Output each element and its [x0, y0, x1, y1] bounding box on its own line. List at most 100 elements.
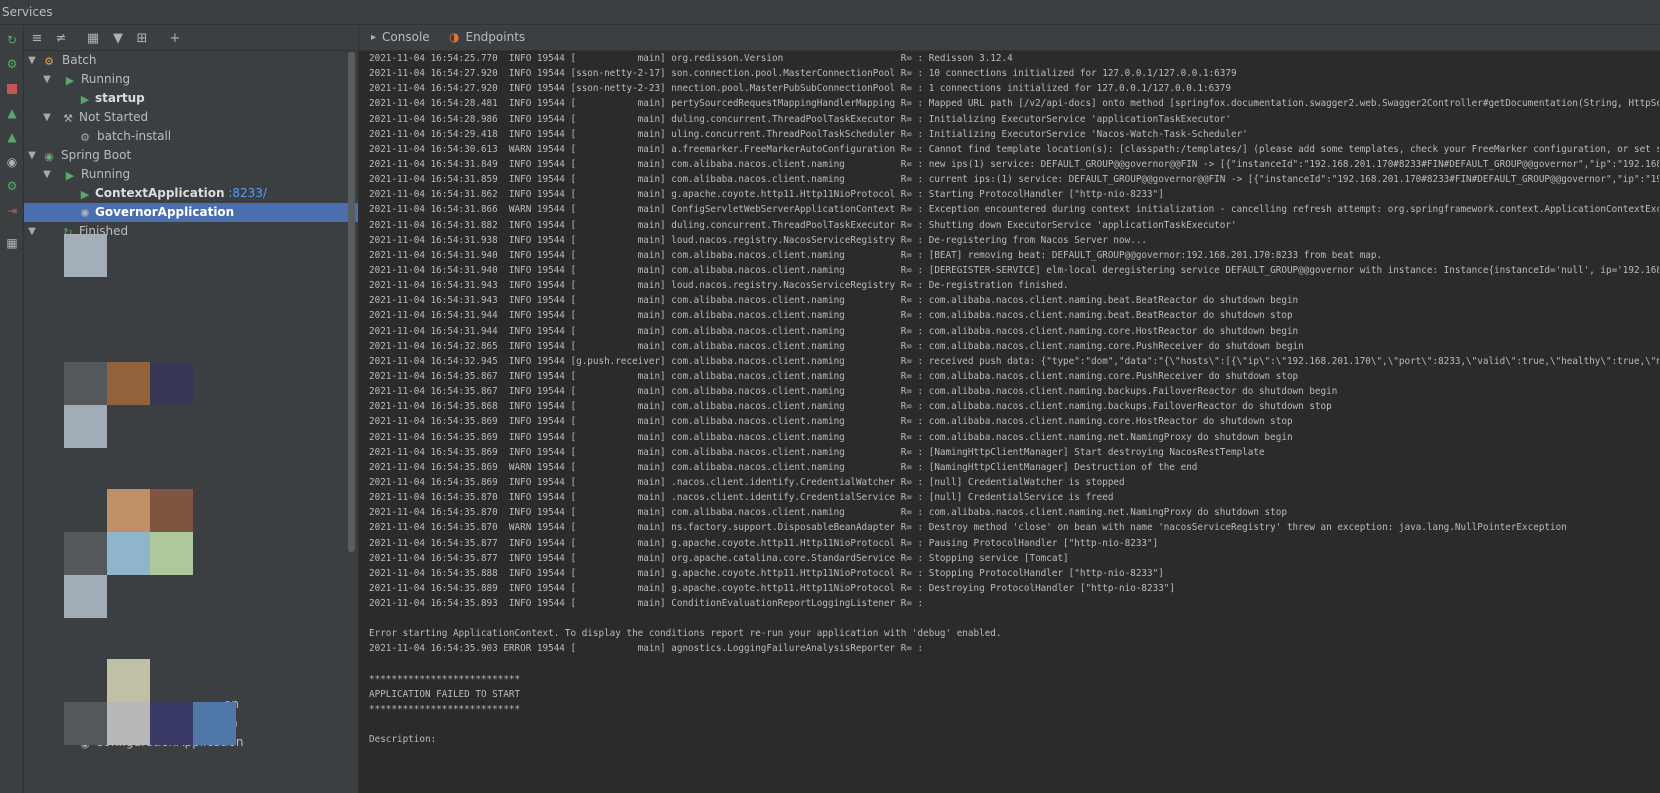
layout-icon[interactable]: ▦ — [4, 235, 20, 251]
console-line: 2021-11-04 16:54:31.849 INFO 19544 [ mai… — [369, 158, 1659, 170]
filter-icon[interactable]: ▼ — [109, 29, 127, 47]
console-line: 2021-11-04 16:54:32.945 INFO 19544 [g.pu… — [369, 355, 1659, 367]
tree-node-batch-install[interactable]: ⚙ batch-install — [24, 127, 358, 146]
tree-label: batch-install — [97, 129, 172, 143]
console-line: 2021-11-04 16:54:30.613 WARN 19544 [ mai… — [369, 143, 1659, 155]
chevron-down-icon[interactable]: ▼ — [41, 108, 53, 127]
bug-icon[interactable]: ⚙ — [4, 178, 20, 194]
console-line: 2021-11-04 16:54:25.770 INFO 19544 [ mai… — [369, 53, 1013, 64]
console-line: 2021-11-04 16:54:31.866 WARN 19544 [ mai… — [369, 204, 1659, 216]
tree-label: Running — [81, 72, 131, 86]
chevron-down-icon[interactable]: ▼ — [41, 165, 53, 184]
tree-node-batch-running[interactable]: ▼ ▶ Running — [24, 70, 358, 89]
console-line: 2021-11-04 16:54:31.938 INFO 19544 [ mai… — [369, 234, 1148, 246]
console-line: 2021-11-04 16:54:28.481 INFO 19544 [ mai… — [369, 98, 1659, 110]
tree-node-not-started[interactable]: ▼ ⚒ Not Started — [24, 108, 358, 127]
collapse-all-icon[interactable]: ≠ — [52, 29, 70, 47]
console-line: 2021-11-04 16:54:31.943 INFO 19544 [ mai… — [369, 280, 1069, 292]
tab-endpoints[interactable]: ◑ Endpoints — [449, 25, 525, 50]
tree-node-batch[interactable]: ▼ ⚙ Batch — [24, 51, 358, 70]
console-line: Description: — [369, 734, 437, 746]
run-icon: ▶ — [65, 73, 75, 87]
redacted-block — [150, 489, 193, 532]
wrench-icon: ⚒ — [63, 111, 73, 125]
title-bar: Services — [0, 0, 1660, 25]
console-line: 2021-11-04 16:54:35.888 INFO 19544 [ mai… — [369, 567, 1164, 579]
console-line: 2021-11-04 16:54:32.865 INFO 19544 [ mai… — [369, 340, 1304, 352]
console-line: 2021-11-04 16:54:28.986 INFO 19544 [ mai… — [369, 113, 1231, 125]
redacted-block — [107, 532, 150, 575]
tree-node-governor-application[interactable]: ✺ GovernorApplication — [24, 203, 358, 222]
batch-icon: ⚙ — [44, 54, 54, 68]
console-tab-bar: ▸ Console ◑ Endpoints — [359, 25, 1660, 51]
tree-node-context-application[interactable]: ▶ ContextApplication :8233/ — [24, 184, 358, 203]
console-line: 2021-11-04 16:54:31.940 INFO 19544 [ mai… — [369, 249, 1383, 261]
add-icon[interactable]: + — [166, 29, 184, 47]
console-line: 2021-11-04 16:54:35.889 INFO 19544 [ mai… — [369, 582, 1175, 594]
console-line: 2021-11-04 16:54:27.920 INFO 19544 [sson… — [369, 68, 1237, 80]
redacted-block — [150, 702, 193, 745]
chevron-down-icon[interactable]: ▼ — [41, 70, 53, 89]
tab-console[interactable]: ▸ Console — [371, 25, 430, 50]
run-icon: ▶ — [80, 187, 90, 201]
expand-all-icon[interactable]: ≡ — [28, 29, 46, 47]
console-line: 2021-11-04 16:54:35.869 INFO 19544 [ mai… — [369, 446, 1265, 458]
camera-icon[interactable]: ◉ — [4, 154, 20, 170]
window-title: Services — [2, 5, 53, 19]
tree-node-spring-boot[interactable]: ▼ ◉ Spring Boot — [24, 146, 358, 165]
chevron-down-icon[interactable]: ▼ — [26, 146, 38, 165]
redacted-block — [107, 702, 150, 745]
deploy-icon-2[interactable]: ▲ — [4, 129, 20, 145]
console-line: 2021-11-04 16:54:31.943 INFO 19544 [ mai… — [369, 295, 1299, 307]
console-line: 2021-11-04 16:54:31.859 INFO 19544 [ mai… — [369, 174, 1659, 186]
port-link[interactable]: :8233/ — [228, 186, 267, 200]
console-line: 2021-11-04 16:54:35.869 INFO 19544 [ mai… — [369, 476, 1125, 488]
tree-node-spring-running[interactable]: ▼ ▶ Running — [24, 165, 358, 184]
run-icon: ▶ — [80, 92, 90, 106]
console-line: 2021-11-04 16:54:35.867 INFO 19544 [ mai… — [369, 370, 1299, 382]
console-line: 2021-11-04 16:54:27.920 INFO 19544 [sson… — [369, 83, 1231, 95]
chevron-down-icon[interactable]: ▼ — [26, 222, 38, 241]
rerun-icon[interactable]: ↻ — [4, 32, 20, 48]
stop-icon[interactable] — [4, 81, 20, 97]
deploy-icon[interactable]: ▲ — [4, 105, 20, 121]
new-tab-icon[interactable]: ⊞ — [133, 29, 151, 47]
tree-scrollbar[interactable] — [348, 52, 355, 552]
console-line: 2021-11-04 16:54:35.869 WARN 19544 [ mai… — [369, 461, 1198, 473]
console-line: 2021-11-04 16:54:31.944 INFO 19544 [ mai… — [369, 310, 1293, 322]
console-icon: ▸ — [371, 32, 377, 43]
console-line: 2021-11-04 16:54:35.869 INFO 19544 [ mai… — [369, 431, 1293, 443]
redacted-block — [107, 659, 150, 702]
services-tree: ▼ ⚙ Batch ▼ ▶ Running ▶ startup ▼ ⚒ Not … — [24, 51, 358, 793]
tree-node-startup[interactable]: ▶ startup — [24, 89, 358, 108]
group-by-icon[interactable]: ▦ — [84, 29, 102, 47]
console-line: Error starting ApplicationContext. To di… — [369, 628, 1002, 640]
redacted-block — [64, 702, 107, 745]
console-line: 2021-11-04 16:54:31.862 INFO 19544 [ mai… — [369, 189, 1164, 201]
console-line: 2021-11-04 16:54:35.868 INFO 19544 [ mai… — [369, 401, 1332, 413]
console-line: 2021-11-04 16:54:35.877 INFO 19544 [ mai… — [369, 537, 1159, 549]
debug-icon[interactable]: ⚙ — [4, 56, 20, 72]
console-line: *************************** — [369, 673, 521, 685]
console-line: 2021-11-04 16:54:35.877 INFO 19544 [ mai… — [369, 552, 1069, 564]
console-line: *************************** — [369, 704, 521, 716]
redacted-block — [64, 234, 107, 277]
console-line: 2021-11-04 16:54:31.882 INFO 19544 [ mai… — [369, 219, 1237, 231]
run-icon: ▶ — [65, 168, 75, 182]
redacted-block — [193, 702, 236, 745]
tree-label: ContextApplication — [95, 186, 225, 200]
chevron-down-icon[interactable]: ▼ — [26, 51, 38, 70]
console-output[interactable]: 2021-11-04 16:54:25.770 INFO 19544 [ mai… — [369, 51, 1659, 793]
left-action-toolbar: ↻ ⚙ ▲ ▲ ◉ ⚙ ⇥ ▦ — [0, 25, 24, 793]
spinner-icon: ✺ — [80, 206, 90, 220]
redacted-block — [107, 489, 150, 532]
console-line: 2021-11-04 16:54:35.867 INFO 19544 [ mai… — [369, 386, 1338, 398]
exit-icon[interactable]: ⇥ — [4, 203, 20, 219]
endpoints-icon: ◑ — [449, 30, 460, 44]
tree-label: GovernorApplication — [95, 205, 235, 219]
redacted-block — [64, 532, 107, 575]
console-line: 2021-11-04 16:54:35.870 INFO 19544 [ mai… — [369, 507, 1287, 519]
